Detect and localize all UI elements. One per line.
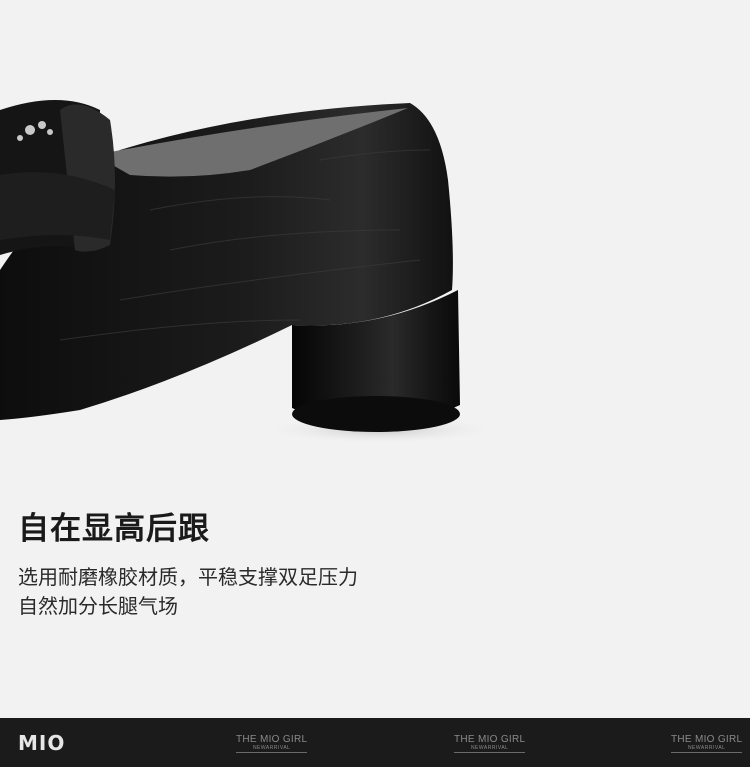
watermark-title: THE MIO GIRL [671, 734, 743, 745]
brand-logo: MIO [18, 731, 66, 755]
watermark-logo: THE MIO GIRL NEWARRIVAL [454, 734, 526, 753]
feature-description: 选用耐磨橡胶材质，平稳支撑双足压力 自然加分长腿气场 [18, 563, 358, 621]
description-line: 自然加分长腿气场 [18, 594, 178, 618]
shoe-heel-photo [0, 100, 500, 444]
footer-bar: MIO THE MIO GIRL NEWARRIVAL THE MIO GIRL… [0, 718, 750, 767]
watermark-subtitle: NEWARRIVAL [671, 745, 743, 753]
watermark-title: THE MIO GIRL [454, 734, 526, 745]
watermark-subtitle: NEWARRIVAL [236, 745, 308, 753]
watermark-subtitle: NEWARRIVAL [454, 745, 526, 753]
feature-headline: 自在显高后跟 [18, 511, 210, 547]
watermark-logo: THE MIO GIRL NEWARRIVAL [236, 734, 308, 753]
watermark-logo: THE MIO GIRL NEWARRIVAL [671, 734, 743, 753]
watermark-title: THE MIO GIRL [236, 734, 308, 745]
description-line: 选用耐磨橡胶材质，平稳支撑双足压力 [18, 565, 358, 589]
